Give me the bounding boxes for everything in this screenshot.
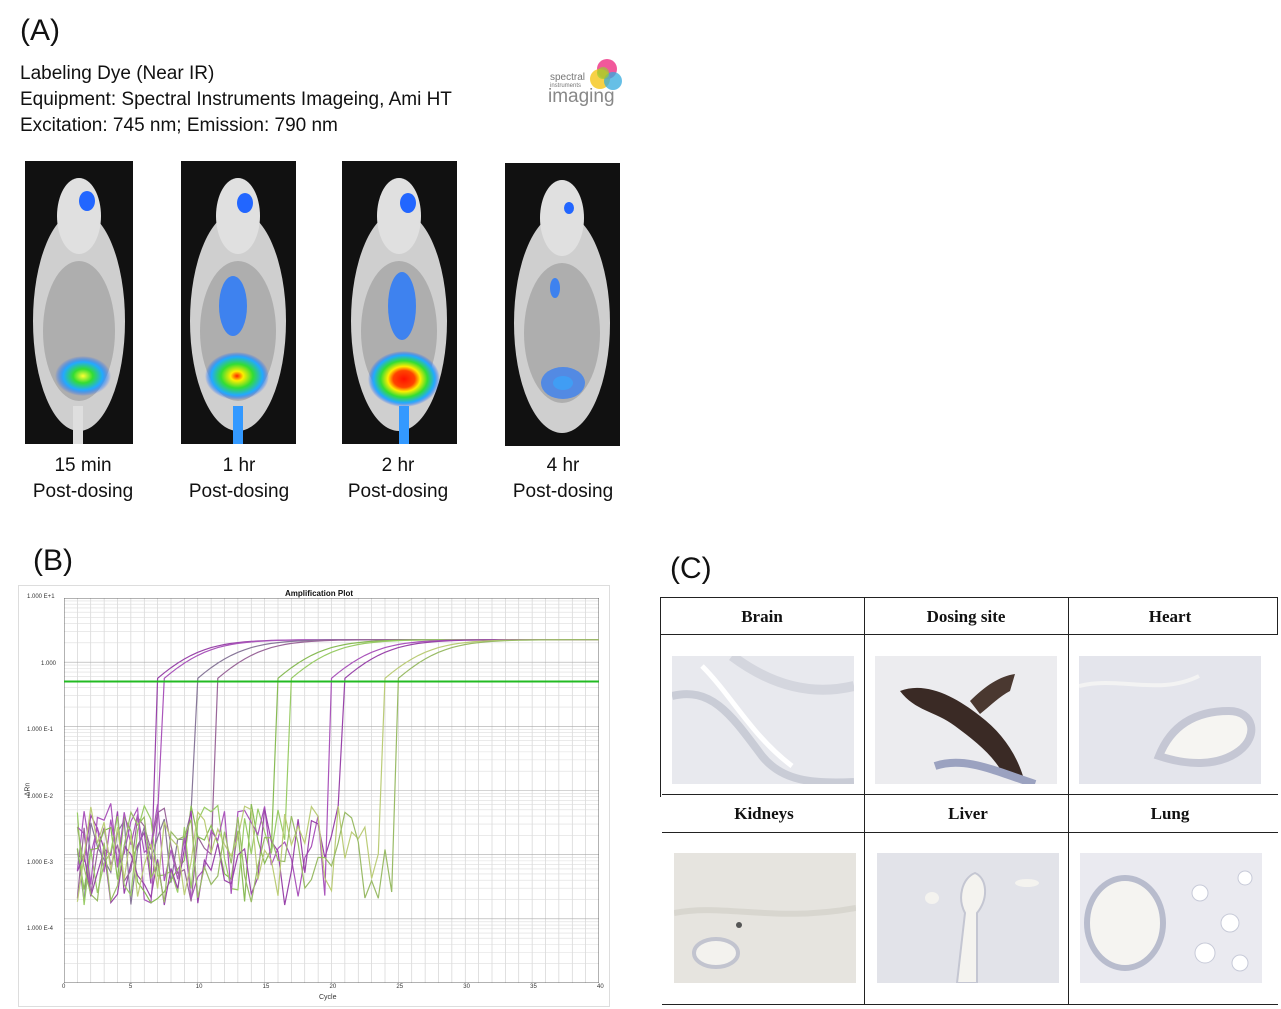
x-ticks: 0 5 10 15 20 25 30 35 40 [19, 984, 619, 994]
info-equipment: Equipment: Spectral Instruments Imageing… [20, 89, 452, 110]
caption-4hr: 4 hr Post-dosing [512, 455, 614, 502]
liver-histology-image [877, 853, 1059, 983]
amplification-curve [76, 639, 599, 906]
tissue-kidneys-label: Kidneys [734, 804, 794, 823]
caption-15min: 15 min Post-dosing [32, 455, 134, 502]
xtick-label: 30 [463, 984, 470, 990]
heart-histology-image [1079, 656, 1261, 784]
xtick-label: 10 [195, 984, 203, 990]
xtick-label: 40 [597, 984, 604, 990]
ytick-2: 1.000 [41, 661, 57, 667]
xtick-label: 5 [128, 984, 133, 990]
xtick-label: 35 [530, 984, 537, 990]
amplification-plot: Amplification Plot ΔRn Cycle 1.000 E+1 1… [18, 585, 610, 1007]
brain-histology-image [672, 656, 854, 784]
plot-area [64, 598, 599, 983]
kidneys-histology-image [674, 853, 856, 983]
xtick-label: 15 [262, 984, 270, 990]
xtick-label: 20 [329, 984, 337, 990]
ytick-4: 1.000 E-2 [27, 794, 54, 800]
ytick-6: 1.000 E-4 [27, 926, 54, 932]
xtick-label: 0 [62, 984, 66, 990]
dosing-site-histology-image [875, 656, 1057, 784]
caption-2hr: 2 hr Post-dosing [347, 455, 449, 502]
info-dye: Labeling Dye (Near IR) [20, 63, 215, 84]
info-wavelengths: Excitation: 745 nm; Emission: 790 nm [20, 115, 338, 136]
plot-xlabel: Cycle [319, 994, 337, 1001]
panel-b-label: (B) [33, 544, 73, 577]
mouse-image-2hr [342, 161, 457, 444]
panel-a-label: (A) [20, 14, 60, 47]
mouse-image-15min [25, 161, 133, 444]
tissue-lung-label: Lung [1150, 804, 1190, 823]
tissue-brain-label: Brain [741, 607, 783, 626]
ytick-5: 1.000 E-3 [27, 860, 54, 866]
imaging-info: Labeling Dye (Near IR) Equipment: Spectr… [20, 61, 452, 139]
tissue-heart-label: Heart [1148, 607, 1192, 626]
histology-table: Brain Dosing site Heart Kidneys Liver Lu… [660, 597, 1278, 1007]
mouse-image-1hr [181, 161, 296, 444]
tissue-dosing-site-label: Dosing site [926, 607, 1006, 626]
mouse-image-4hr [505, 163, 620, 446]
xtick-label: 25 [396, 984, 404, 990]
ytick-3: 1.000 E-1 [27, 727, 54, 733]
spectral-instruments-logo: spectral instruments imaging [545, 55, 625, 110]
lung-histology-image [1080, 853, 1262, 983]
ytick-1: 1.000 E+1 [27, 594, 55, 600]
panel-c-label: (C) [670, 552, 712, 585]
tissue-liver-label: Liver [948, 804, 988, 823]
amplification-curve [76, 639, 599, 906]
plot-title: Amplification Plot [285, 589, 353, 598]
caption-1hr: 1 hr Post-dosing [188, 455, 290, 502]
